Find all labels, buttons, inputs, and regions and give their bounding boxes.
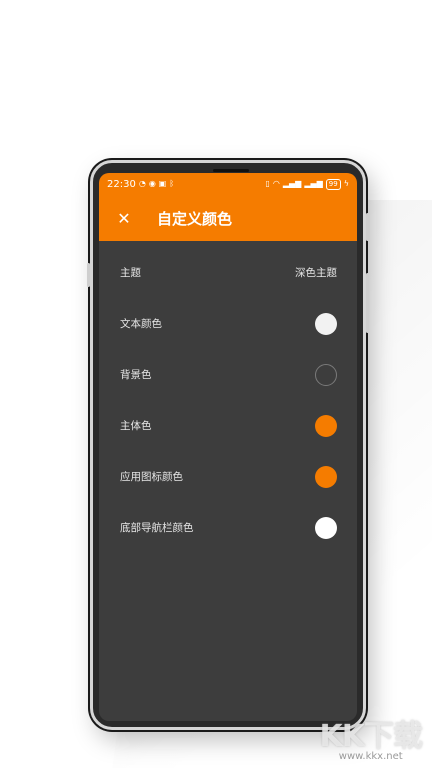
- screen: 22:30 ◔ ◉ ▣ ᛒ ▯ ◠ ▂▄▆ ▂▄▆ 99 ϟ ✕ 自定义颜色 主…: [99, 173, 357, 721]
- status-bar: 22:30 ◔ ◉ ▣ ᛒ ▯ ◠ ▂▄▆ ▂▄▆ 99 ϟ: [99, 173, 357, 195]
- power-button: [366, 213, 369, 241]
- page-title: 自定义颜色: [157, 209, 233, 228]
- app-bar: ✕ 自定义颜色: [99, 195, 357, 241]
- color-swatch[interactable]: [315, 363, 337, 386]
- watermark-brand: KK下载: [319, 719, 423, 754]
- color-swatch[interactable]: [315, 516, 337, 539]
- setting-label: 主体色: [120, 420, 152, 432]
- eye-icon: ◉: [148, 179, 156, 188]
- setting-label: 文本颜色: [120, 318, 162, 330]
- color-swatch[interactable]: [315, 312, 337, 335]
- setting-value[interactable]: 深色主题: [295, 265, 337, 280]
- earpiece: [213, 169, 249, 172]
- nfc-icon: ▣: [158, 179, 167, 188]
- volume-button: [366, 273, 369, 333]
- setting-row[interactable]: 底部导航栏颜色: [99, 502, 357, 553]
- setting-row[interactable]: 主题 深色主题: [99, 247, 357, 298]
- settings-list: 主题 深色主题文本颜色背景色主体色应用图标颜色 底部导航栏颜色: [99, 241, 357, 553]
- bluetooth-icon: ᛒ: [169, 179, 175, 188]
- speed-icon: ◔: [138, 179, 146, 188]
- setting-label: 底部导航栏颜色: [120, 522, 194, 534]
- status-time: 22:30: [107, 178, 136, 190]
- setting-label: 应用图标颜色: [120, 471, 183, 483]
- status-right: ▯ ◠ ▂▄▆ ▂▄▆ 99 ϟ: [265, 178, 349, 190]
- setting-label: 主题: [120, 267, 141, 279]
- vibrate-icon: ▯: [265, 179, 270, 188]
- wifi-icon: ◠: [272, 179, 280, 188]
- watermark: KK下载 www.kkx.net: [320, 711, 423, 762]
- battery-indicator: 99: [325, 178, 341, 190]
- setting-row[interactable]: 背景色: [99, 349, 357, 400]
- setting-label: 背景色: [120, 369, 152, 381]
- color-swatch[interactable]: [315, 414, 337, 437]
- color-swatch[interactable]: [315, 465, 337, 488]
- close-button[interactable]: ✕: [113, 207, 135, 229]
- charging-icon: ϟ: [343, 179, 349, 188]
- setting-row[interactable]: 文本颜色: [99, 298, 357, 349]
- setting-row[interactable]: 主体色: [99, 400, 357, 451]
- setting-row[interactable]: 应用图标颜色: [99, 451, 357, 502]
- signal-icon: ▂▄▆: [282, 179, 302, 188]
- phone-frame: 22:30 ◔ ◉ ▣ ᛒ ▯ ◠ ▂▄▆ ▂▄▆ 99 ϟ ✕ 自定义颜色 主…: [87, 160, 369, 730]
- side-key: [87, 263, 90, 287]
- signal-2-icon: ▂▄▆: [304, 179, 323, 188]
- stage: 22:30 ◔ ◉ ▣ ᛒ ▯ ◠ ▂▄▆ ▂▄▆ 99 ϟ ✕ 自定义颜色 主…: [0, 0, 432, 768]
- close-icon: ✕: [117, 208, 131, 228]
- status-left: 22:30 ◔ ◉ ▣ ᛒ: [107, 179, 174, 190]
